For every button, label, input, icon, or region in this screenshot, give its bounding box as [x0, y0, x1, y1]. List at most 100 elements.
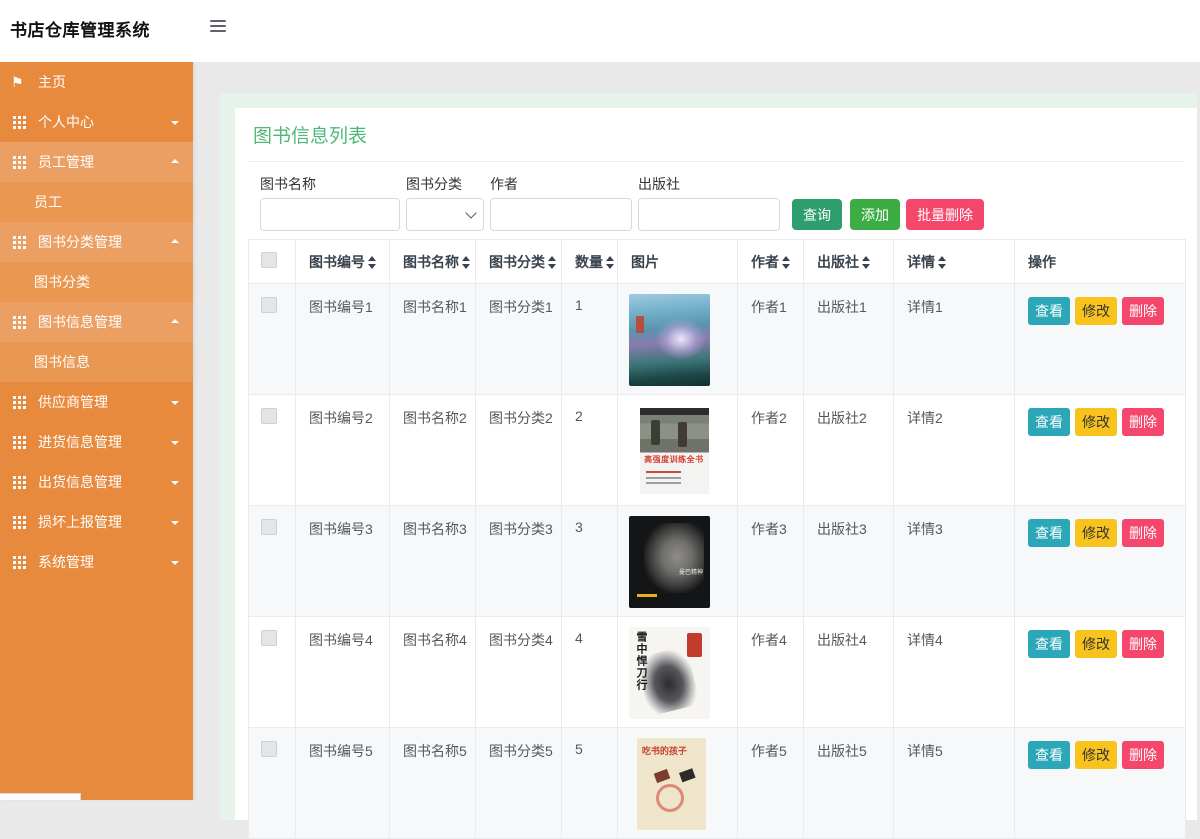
- column-header-7[interactable]: 出版社: [804, 240, 894, 284]
- chevron-down-icon: [171, 121, 179, 125]
- sidebar-item-label: 损坏上报管理: [38, 514, 122, 530]
- delete-button[interactable]: 删除: [1122, 741, 1164, 769]
- sidebar-item-7[interactable]: 出货信息管理: [0, 462, 193, 502]
- cell-author: 作者4: [738, 617, 804, 728]
- sort-icon[interactable]: [548, 256, 557, 269]
- delete-button[interactable]: 删除: [1122, 408, 1164, 436]
- book-cover-image: 高强度训练全书: [637, 405, 712, 497]
- grid-icon: [13, 516, 16, 519]
- column-header-label: 操作: [1028, 254, 1056, 270]
- column-header-6[interactable]: 作者: [738, 240, 804, 284]
- cell-detail: 详情2: [894, 395, 1015, 506]
- menu-toggle-icon[interactable]: [210, 20, 226, 32]
- search-input-3[interactable]: [638, 198, 780, 231]
- sidebar-item-9[interactable]: 系统管理: [0, 542, 193, 582]
- cell-author: 作者3: [738, 506, 804, 617]
- book-cover-image: 雪中悍刀行: [629, 627, 710, 719]
- search-field-label: 图书名称: [260, 174, 400, 194]
- table-header-row: 图书编号 图书名称图书分类数量图片 作者 出版社详情操作: [249, 240, 1186, 284]
- cell-author: 作者2: [738, 395, 804, 506]
- row-select-cell: [249, 617, 296, 728]
- sort-icon[interactable]: [606, 256, 615, 269]
- search-input-2[interactable]: [490, 198, 632, 231]
- sidebar-item-3[interactable]: 图书分类管理: [0, 222, 193, 262]
- category-select-wrap: [406, 198, 484, 231]
- search-form: 图书名称图书分类作者出版社查询添加批量删除: [260, 174, 1197, 231]
- column-header-2[interactable]: 图书名称: [390, 240, 476, 284]
- add-button[interactable]: 添加: [850, 199, 900, 230]
- cell-name: 图书名称5: [390, 728, 476, 839]
- row-select-cell: [249, 284, 296, 395]
- cell-image: 吃书的孩子: [618, 728, 738, 839]
- sort-icon[interactable]: [782, 256, 791, 269]
- column-header-3[interactable]: 图书分类: [476, 240, 562, 284]
- cell-image: 雪中悍刀行: [618, 617, 738, 728]
- column-header-8[interactable]: 详情: [894, 240, 1015, 284]
- sidebar-item-label: 主页: [38, 74, 66, 90]
- batch-delete-button[interactable]: 批量删除: [906, 199, 984, 230]
- edit-button[interactable]: 修改: [1075, 408, 1117, 436]
- column-header-label: 图书编号: [309, 254, 365, 270]
- delete-button[interactable]: 删除: [1122, 630, 1164, 658]
- sidebar-item-label: 系统管理: [38, 554, 94, 570]
- sidebar-item-1[interactable]: 个人中心: [0, 102, 193, 142]
- query-button[interactable]: 查询: [792, 199, 842, 230]
- grid-icon: [13, 476, 16, 479]
- cell-name: 图书名称2: [390, 395, 476, 506]
- edit-button[interactable]: 修改: [1075, 741, 1117, 769]
- book-cover-title: 吃书的孩子: [642, 744, 687, 757]
- sort-icon[interactable]: [462, 256, 471, 269]
- sidebar-item-6[interactable]: 进货信息管理: [0, 422, 193, 462]
- book-cover-title: 高强度训练全书: [644, 454, 704, 465]
- cell-category: 图书分类5: [476, 728, 562, 839]
- edit-button[interactable]: 修改: [1075, 297, 1117, 325]
- row-checkbox[interactable]: [261, 519, 277, 535]
- column-header-1[interactable]: 图书编号: [296, 240, 390, 284]
- view-button[interactable]: 查看: [1028, 297, 1070, 325]
- row-select-cell: [249, 728, 296, 839]
- sidebar-item-0[interactable]: ⚑主页: [0, 62, 193, 102]
- select-all-checkbox[interactable]: [261, 252, 277, 268]
- book-cover-title: 曼巴精神: [679, 567, 703, 576]
- delete-button[interactable]: 删除: [1122, 519, 1164, 547]
- sidebar-item-8[interactable]: 损坏上报管理: [0, 502, 193, 542]
- cell-image: [618, 284, 738, 395]
- book-list-card: 图书信息列表 图书名称图书分类作者出版社查询添加批量删除 图书编号图书名称图书分…: [235, 108, 1197, 820]
- table-wrapper: 图书编号 图书名称图书分类数量图片 作者 出版社详情操作 图书编号1图书名称1图书分类…: [248, 239, 1184, 839]
- view-button[interactable]: 查看: [1028, 741, 1070, 769]
- view-button[interactable]: 查看: [1028, 408, 1070, 436]
- edit-button[interactable]: 修改: [1075, 630, 1117, 658]
- search-field-1: 图书分类: [406, 174, 484, 231]
- sort-icon[interactable]: [938, 256, 947, 269]
- sidebar-subitem[interactable]: 图书分类: [0, 262, 193, 302]
- cell-detail: 详情3: [894, 506, 1015, 617]
- page-title: 图书信息列表: [253, 124, 1197, 150]
- row-checkbox[interactable]: [261, 630, 277, 646]
- row-checkbox[interactable]: [261, 408, 277, 424]
- view-button[interactable]: 查看: [1028, 630, 1070, 658]
- sidebar-subitem[interactable]: 员工: [0, 182, 193, 222]
- cell-qty: 4: [562, 617, 618, 728]
- cell-publisher: 出版社2: [804, 395, 894, 506]
- view-button[interactable]: 查看: [1028, 519, 1070, 547]
- column-header-label: 作者: [751, 254, 779, 270]
- sidebar-item-5[interactable]: 供应商管理: [0, 382, 193, 422]
- row-checkbox[interactable]: [261, 297, 277, 313]
- chevron-down-icon: [171, 521, 179, 525]
- delete-button[interactable]: 删除: [1122, 297, 1164, 325]
- sidebar-item-label: 图书信息管理: [38, 314, 122, 330]
- edit-button[interactable]: 修改: [1075, 519, 1117, 547]
- category-select[interactable]: [406, 198, 484, 231]
- cell-name: 图书名称4: [390, 617, 476, 728]
- sort-icon[interactable]: [368, 256, 377, 269]
- sidebar-subitem[interactable]: 图书信息: [0, 342, 193, 382]
- column-header-label: 图片: [631, 254, 659, 270]
- sort-icon[interactable]: [862, 256, 871, 269]
- search-input-0[interactable]: [260, 198, 400, 231]
- table-body: 图书编号1图书名称1图书分类11作者1出版社1详情1查看修改删除图书编号2图书名…: [249, 284, 1186, 839]
- cell-name: 图书名称1: [390, 284, 476, 395]
- sidebar-item-4[interactable]: 图书信息管理: [0, 302, 193, 342]
- row-checkbox[interactable]: [261, 741, 277, 757]
- column-header-4[interactable]: 数量: [562, 240, 618, 284]
- sidebar-item-2[interactable]: 员工管理: [0, 142, 193, 182]
